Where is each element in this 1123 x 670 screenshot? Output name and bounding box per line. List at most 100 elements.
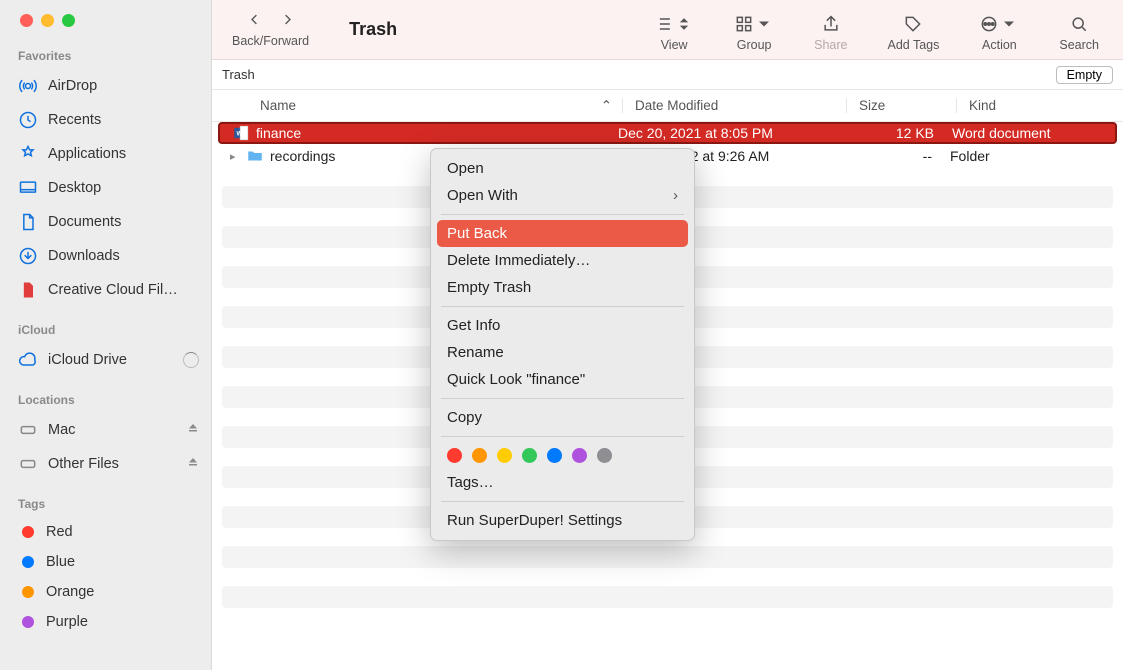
ctx-put-back[interactable]: Put Back	[437, 220, 688, 247]
clock-icon	[18, 110, 38, 130]
forward-button[interactable]	[280, 12, 295, 30]
eject-icon[interactable]	[187, 422, 199, 438]
file-row-selected[interactable]: W finance Dec 20, 2021 at 8:05 PM 12 KB …	[218, 122, 1117, 144]
svg-text:W: W	[237, 131, 243, 137]
sidebar-item-label: iCloud Drive	[48, 352, 127, 368]
sidebar-item-label: Purple	[46, 614, 88, 630]
column-headers: Name⌃ Date Modified Size Kind	[212, 90, 1123, 122]
toolbar-search[interactable]: Search	[1059, 14, 1099, 52]
sidebar-section-favorites: Favorites	[0, 49, 211, 69]
toolbar-group[interactable]: Group	[734, 14, 774, 52]
file-size: 12 KB	[842, 125, 952, 141]
tag-swatch-blue[interactable]	[547, 448, 562, 463]
desktop-icon	[18, 178, 38, 198]
sidebar-section-icloud: iCloud	[0, 323, 211, 343]
sidebar-item-label: Red	[46, 524, 73, 540]
tag-swatch-red[interactable]	[447, 448, 462, 463]
ctx-empty-trash[interactable]: Empty Trash	[431, 274, 694, 301]
ctx-separator	[441, 436, 684, 437]
column-header-name[interactable]: Name⌃	[212, 98, 622, 114]
path-location[interactable]: Trash	[222, 67, 255, 82]
tag-swatch-purple[interactable]	[572, 448, 587, 463]
file-name: recordings	[270, 148, 335, 164]
toolbar-label: Action	[982, 38, 1017, 52]
sidebar-item-other-files[interactable]: Other Files	[0, 447, 211, 481]
search-icon	[1069, 14, 1089, 34]
tag-swatch-gray[interactable]	[597, 448, 612, 463]
sidebar-item-icloud-drive[interactable]: iCloud Drive	[0, 343, 211, 377]
action-icon	[979, 14, 1019, 34]
applications-icon	[18, 144, 38, 164]
toolbar-label: Back/Forward	[232, 34, 309, 48]
tag-dot-icon	[22, 616, 34, 628]
minimize-window-button[interactable]	[41, 14, 54, 27]
tag-dot-icon	[22, 556, 34, 568]
tag-dot-icon	[22, 526, 34, 538]
sidebar: Favorites AirDrop Recents Applications D…	[0, 0, 212, 670]
column-header-date[interactable]: Date Modified	[622, 98, 846, 113]
ctx-open-with[interactable]: Open With›	[431, 182, 694, 209]
sidebar-item-label: Creative Cloud Fil…	[48, 282, 178, 298]
share-icon	[821, 14, 841, 34]
ctx-delete-immediately[interactable]: Delete Immediately…	[431, 247, 694, 274]
disclosure-triangle-icon[interactable]: ▸	[230, 150, 240, 163]
ctx-rename[interactable]: Rename	[431, 339, 694, 366]
sidebar-item-desktop[interactable]: Desktop	[0, 171, 211, 205]
ctx-open[interactable]: Open	[431, 155, 694, 182]
toolbar-label: Add Tags	[887, 38, 939, 52]
ctx-separator	[441, 501, 684, 502]
tag-swatch-yellow[interactable]	[497, 448, 512, 463]
back-button[interactable]	[247, 12, 262, 30]
ctx-separator	[441, 306, 684, 307]
toolbar: Back/Forward Trash View Group Share Add …	[212, 0, 1123, 60]
tag-swatch-green[interactable]	[522, 448, 537, 463]
toolbar-label: Group	[737, 38, 772, 52]
sidebar-tag-red[interactable]: Red	[0, 517, 211, 547]
sidebar-item-downloads[interactable]: Downloads	[0, 239, 211, 273]
context-menu: Open Open With› Put Back Delete Immediat…	[430, 148, 695, 541]
close-window-button[interactable]	[20, 14, 33, 27]
file-date: Dec 20, 2021 at 8:05 PM	[618, 125, 842, 141]
sidebar-item-label: AirDrop	[48, 78, 97, 94]
sidebar-item-documents[interactable]: Documents	[0, 205, 211, 239]
tag-swatch-orange[interactable]	[472, 448, 487, 463]
sort-indicator-icon: ⌃	[601, 98, 612, 114]
sidebar-section-locations: Locations	[0, 393, 211, 413]
toolbar-label: Share	[814, 38, 847, 52]
disk-icon	[18, 454, 38, 474]
empty-trash-button[interactable]: Empty	[1056, 66, 1113, 84]
sidebar-tag-orange[interactable]: Orange	[0, 577, 211, 607]
eject-icon[interactable]	[187, 456, 199, 472]
toolbar-add-tags[interactable]: Add Tags	[887, 14, 939, 52]
column-header-kind[interactable]: Kind	[956, 98, 1123, 113]
tag-dot-icon	[22, 586, 34, 598]
sidebar-item-label: Orange	[46, 584, 94, 600]
window-title: Trash	[349, 19, 397, 40]
cloud-icon	[18, 350, 38, 370]
sidebar-item-airdrop[interactable]: AirDrop	[0, 69, 211, 103]
ctx-get-info[interactable]: Get Info	[431, 312, 694, 339]
toolbar-view[interactable]: View	[654, 14, 694, 52]
sidebar-item-label: Applications	[48, 146, 126, 162]
file-kind: Word document	[952, 125, 1115, 141]
ctx-tag-swatches	[431, 442, 694, 469]
downloads-icon	[18, 246, 38, 266]
airdrop-icon	[18, 76, 38, 96]
column-header-size[interactable]: Size	[846, 98, 956, 113]
ctx-separator	[441, 398, 684, 399]
disk-icon	[18, 420, 38, 440]
zoom-window-button[interactable]	[62, 14, 75, 27]
ctx-tags[interactable]: Tags…	[431, 469, 694, 496]
sidebar-item-creative-cloud[interactable]: Creative Cloud Fil…	[0, 273, 211, 307]
sidebar-item-recents[interactable]: Recents	[0, 103, 211, 137]
sidebar-tag-blue[interactable]: Blue	[0, 547, 211, 577]
sidebar-section-tags: Tags	[0, 497, 211, 517]
sidebar-item-applications[interactable]: Applications	[0, 137, 211, 171]
sidebar-tag-purple[interactable]: Purple	[0, 607, 211, 637]
toolbar-action[interactable]: Action	[979, 14, 1019, 52]
ctx-run-superduper[interactable]: Run SuperDuper! Settings	[431, 507, 694, 534]
ctx-quick-look[interactable]: Quick Look "finance"	[431, 366, 694, 393]
sidebar-item-mac[interactable]: Mac	[0, 413, 211, 447]
sidebar-item-label: Blue	[46, 554, 75, 570]
ctx-copy[interactable]: Copy	[431, 404, 694, 431]
